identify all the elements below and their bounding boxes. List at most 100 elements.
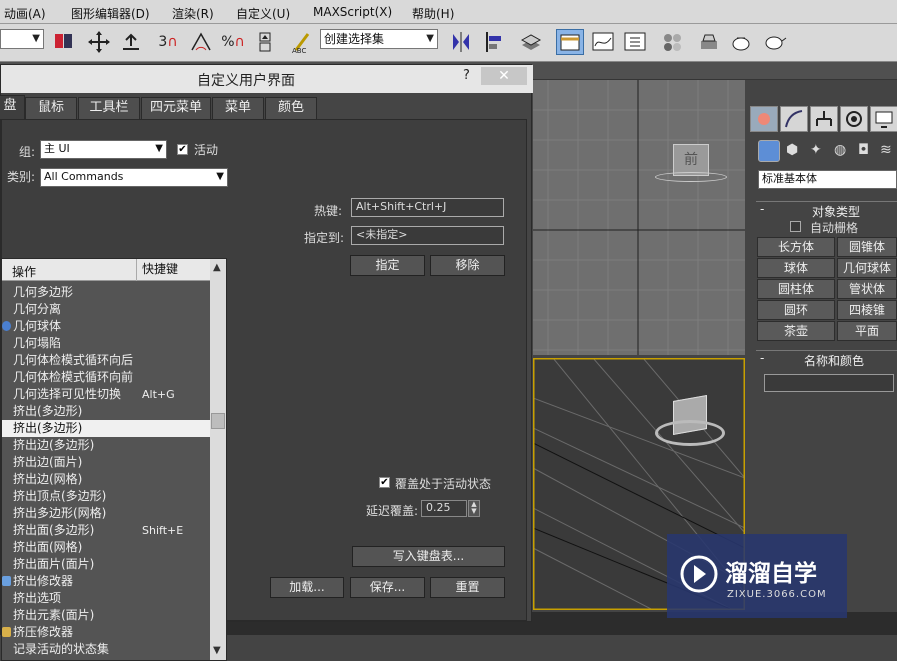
scroll-up-icon[interactable]: ▲ <box>213 262 221 273</box>
help-button[interactable]: ? <box>463 68 470 83</box>
list-item[interactable]: 几何塌陷 <box>2 335 210 352</box>
tab-quad-menus[interactable]: 四元菜单 <box>141 97 211 119</box>
schematic-view-icon[interactable] <box>622 29 648 55</box>
mirror-icon[interactable] <box>448 29 474 55</box>
override-active-checkbox[interactable]: ✔ <box>379 477 390 488</box>
list-item[interactable]: 几何体检模式循环向前 <box>2 369 210 386</box>
lights-category-icon[interactable]: ✦ <box>810 142 828 160</box>
render-production-icon[interactable] <box>762 29 788 55</box>
move-icon[interactable] <box>86 29 112 55</box>
delay-override-field[interactable]: 0.25 <box>421 500 467 517</box>
list-item[interactable]: 挤出面片(面片) <box>2 556 210 573</box>
hierarchy-tab-icon[interactable] <box>810 106 838 132</box>
hotkey-field[interactable]: Alt+Shift+Ctrl+J <box>351 198 504 217</box>
hotkey-column-header[interactable]: 快捷键 <box>136 259 178 281</box>
material-editor-icon[interactable] <box>660 29 686 55</box>
torus-button[interactable]: 圆环 <box>757 300 835 320</box>
write-keyboard-chart-button[interactable]: 写入键盘表... <box>352 546 505 567</box>
menu-maxscript[interactable]: MAXScript(X) <box>313 5 392 19</box>
remove-button[interactable]: 移除 <box>430 255 505 276</box>
edit-named-selection-icon[interactable]: ABC <box>290 29 316 55</box>
cone-button[interactable]: 圆锥体 <box>837 237 897 257</box>
list-item[interactable]: 几何选择可见性切换 Alt+G <box>2 386 210 403</box>
list-item[interactable]: 记录活动的状态集 <box>2 641 210 658</box>
shapes-category-icon[interactable]: ⬢ <box>786 142 804 160</box>
list-item[interactable]: 挤出(多边形) <box>2 420 210 437</box>
list-item[interactable]: 几何体检模式循环向后 <box>2 352 210 369</box>
snaps-toggle-icon[interactable]: 3∩ <box>155 29 181 55</box>
rendered-frame-window-icon[interactable] <box>728 29 754 55</box>
sphere-button[interactable]: 球体 <box>757 258 835 278</box>
tab-mouse[interactable]: 鼠标 <box>25 97 77 119</box>
action-list[interactable]: 操作 快捷键 几何多边形 几何分离 几何球体 几何塌陷 几何体检模式循环向后 几何体检模式… <box>1 258 227 661</box>
cameras-category-icon[interactable]: ◍ <box>834 142 852 160</box>
menu-help[interactable]: 帮助(H) <box>412 5 454 22</box>
teapot-button[interactable]: 茶壶 <box>757 321 835 341</box>
assign-button[interactable]: 指定 <box>350 255 425 276</box>
helpers-category-icon[interactable]: ◘ <box>858 142 876 160</box>
primitive-category-dropdown[interactable]: 标准基本体 <box>758 170 897 189</box>
active-checkbox[interactable]: ✔ <box>177 144 188 155</box>
list-item[interactable]: 挤出边(多边形) <box>2 437 210 454</box>
list-item[interactable]: 挤出边(面片) <box>2 454 210 471</box>
auto-grid-checkbox[interactable] <box>790 221 801 232</box>
menu-animation[interactable]: 动画(A) <box>4 5 46 22</box>
select-and-place-icon[interactable] <box>118 29 144 55</box>
list-item[interactable]: 几何多边形 <box>2 284 210 301</box>
modify-tab-icon[interactable] <box>780 106 808 132</box>
list-item[interactable]: 挤出面(网格) <box>2 539 210 556</box>
load-button[interactable]: 加载... <box>270 577 344 598</box>
box-button[interactable]: 长方体 <box>757 237 835 257</box>
layer-manager-icon[interactable] <box>518 29 544 55</box>
tab-menus[interactable]: 菜单 <box>212 97 264 119</box>
create-tab-icon[interactable] <box>750 106 778 132</box>
scroll-down-icon[interactable]: ▼ <box>213 645 221 656</box>
pyramid-button[interactable]: 四棱锥 <box>837 300 897 320</box>
action-column-header[interactable]: 操作 <box>12 263 36 280</box>
spinner-snap-icon[interactable] <box>252 29 278 55</box>
name-and-color-rollout-header[interactable]: - 名称和颜色 <box>756 350 897 368</box>
menu-rendering[interactable]: 渲染(R) <box>172 5 214 22</box>
percent-snap-icon[interactable]: %∩ <box>220 29 246 55</box>
reference-coordinate-dropdown[interactable]: ▼ <box>0 29 44 49</box>
action-list-scrollbar[interactable]: ▲ ▼ <box>210 259 226 660</box>
save-button[interactable]: 保存... <box>350 577 425 598</box>
object-name-field[interactable] <box>764 374 894 392</box>
list-item[interactable]: 挤出边(网格) <box>2 471 210 488</box>
group-dropdown[interactable]: 主 UI ▼ <box>40 140 167 159</box>
tab-colors[interactable]: 颜色 <box>265 97 317 119</box>
list-item[interactable]: 挤出多边形(网格) <box>2 505 210 522</box>
list-item[interactable]: 几何分离 <box>2 301 210 318</box>
tab-keyboard[interactable]: 盘 <box>0 95 25 119</box>
reset-button[interactable]: 重置 <box>430 577 505 598</box>
list-item[interactable]: 挤压修改器 <box>2 624 210 641</box>
scroll-thumb[interactable] <box>211 413 225 429</box>
close-button[interactable]: ✕ <box>481 67 527 85</box>
named-selection-sets-dropdown[interactable]: 创建选择集 ▼ <box>320 29 438 49</box>
geometry-category-icon[interactable] <box>758 140 780 162</box>
plane-button[interactable]: 平面 <box>837 321 897 341</box>
list-item[interactable]: 挤出(多边形) <box>2 403 210 420</box>
angle-snap-icon[interactable] <box>188 29 214 55</box>
menu-customize[interactable]: 自定义(U) <box>236 5 290 22</box>
object-type-rollout-header[interactable]: - 对象类型 <box>756 201 897 219</box>
list-item[interactable]: 挤出修改器 <box>2 573 210 590</box>
display-tab-icon[interactable] <box>870 106 897 132</box>
cylinder-button[interactable]: 圆柱体 <box>757 279 835 299</box>
geosphere-button[interactable]: 几何球体 <box>837 258 897 278</box>
top-viewport[interactable]: 前 <box>533 80 745 355</box>
select-filter-icon[interactable] <box>50 29 76 55</box>
list-item[interactable]: 挤出选项 <box>2 590 210 607</box>
curve-editor-icon[interactable] <box>590 29 616 55</box>
motion-tab-icon[interactable] <box>840 106 868 132</box>
list-item[interactable]: 挤出顶点(多边形) <box>2 488 210 505</box>
toggle-scene-explorer-icon[interactable] <box>556 29 584 55</box>
list-item[interactable]: 几何球体 <box>2 318 210 335</box>
spacewarps-category-icon[interactable]: ≋ <box>880 142 897 160</box>
list-item[interactable]: 挤出面(多边形) Shift+E <box>2 522 210 539</box>
menu-graph-editors[interactable]: 图形编辑器(D) <box>71 5 150 22</box>
render-setup-icon[interactable] <box>696 29 722 55</box>
list-item[interactable]: 挤出元素(面片) <box>2 607 210 624</box>
category-dropdown[interactable]: All Commands ▼ <box>40 168 228 187</box>
align-icon[interactable] <box>482 29 508 55</box>
